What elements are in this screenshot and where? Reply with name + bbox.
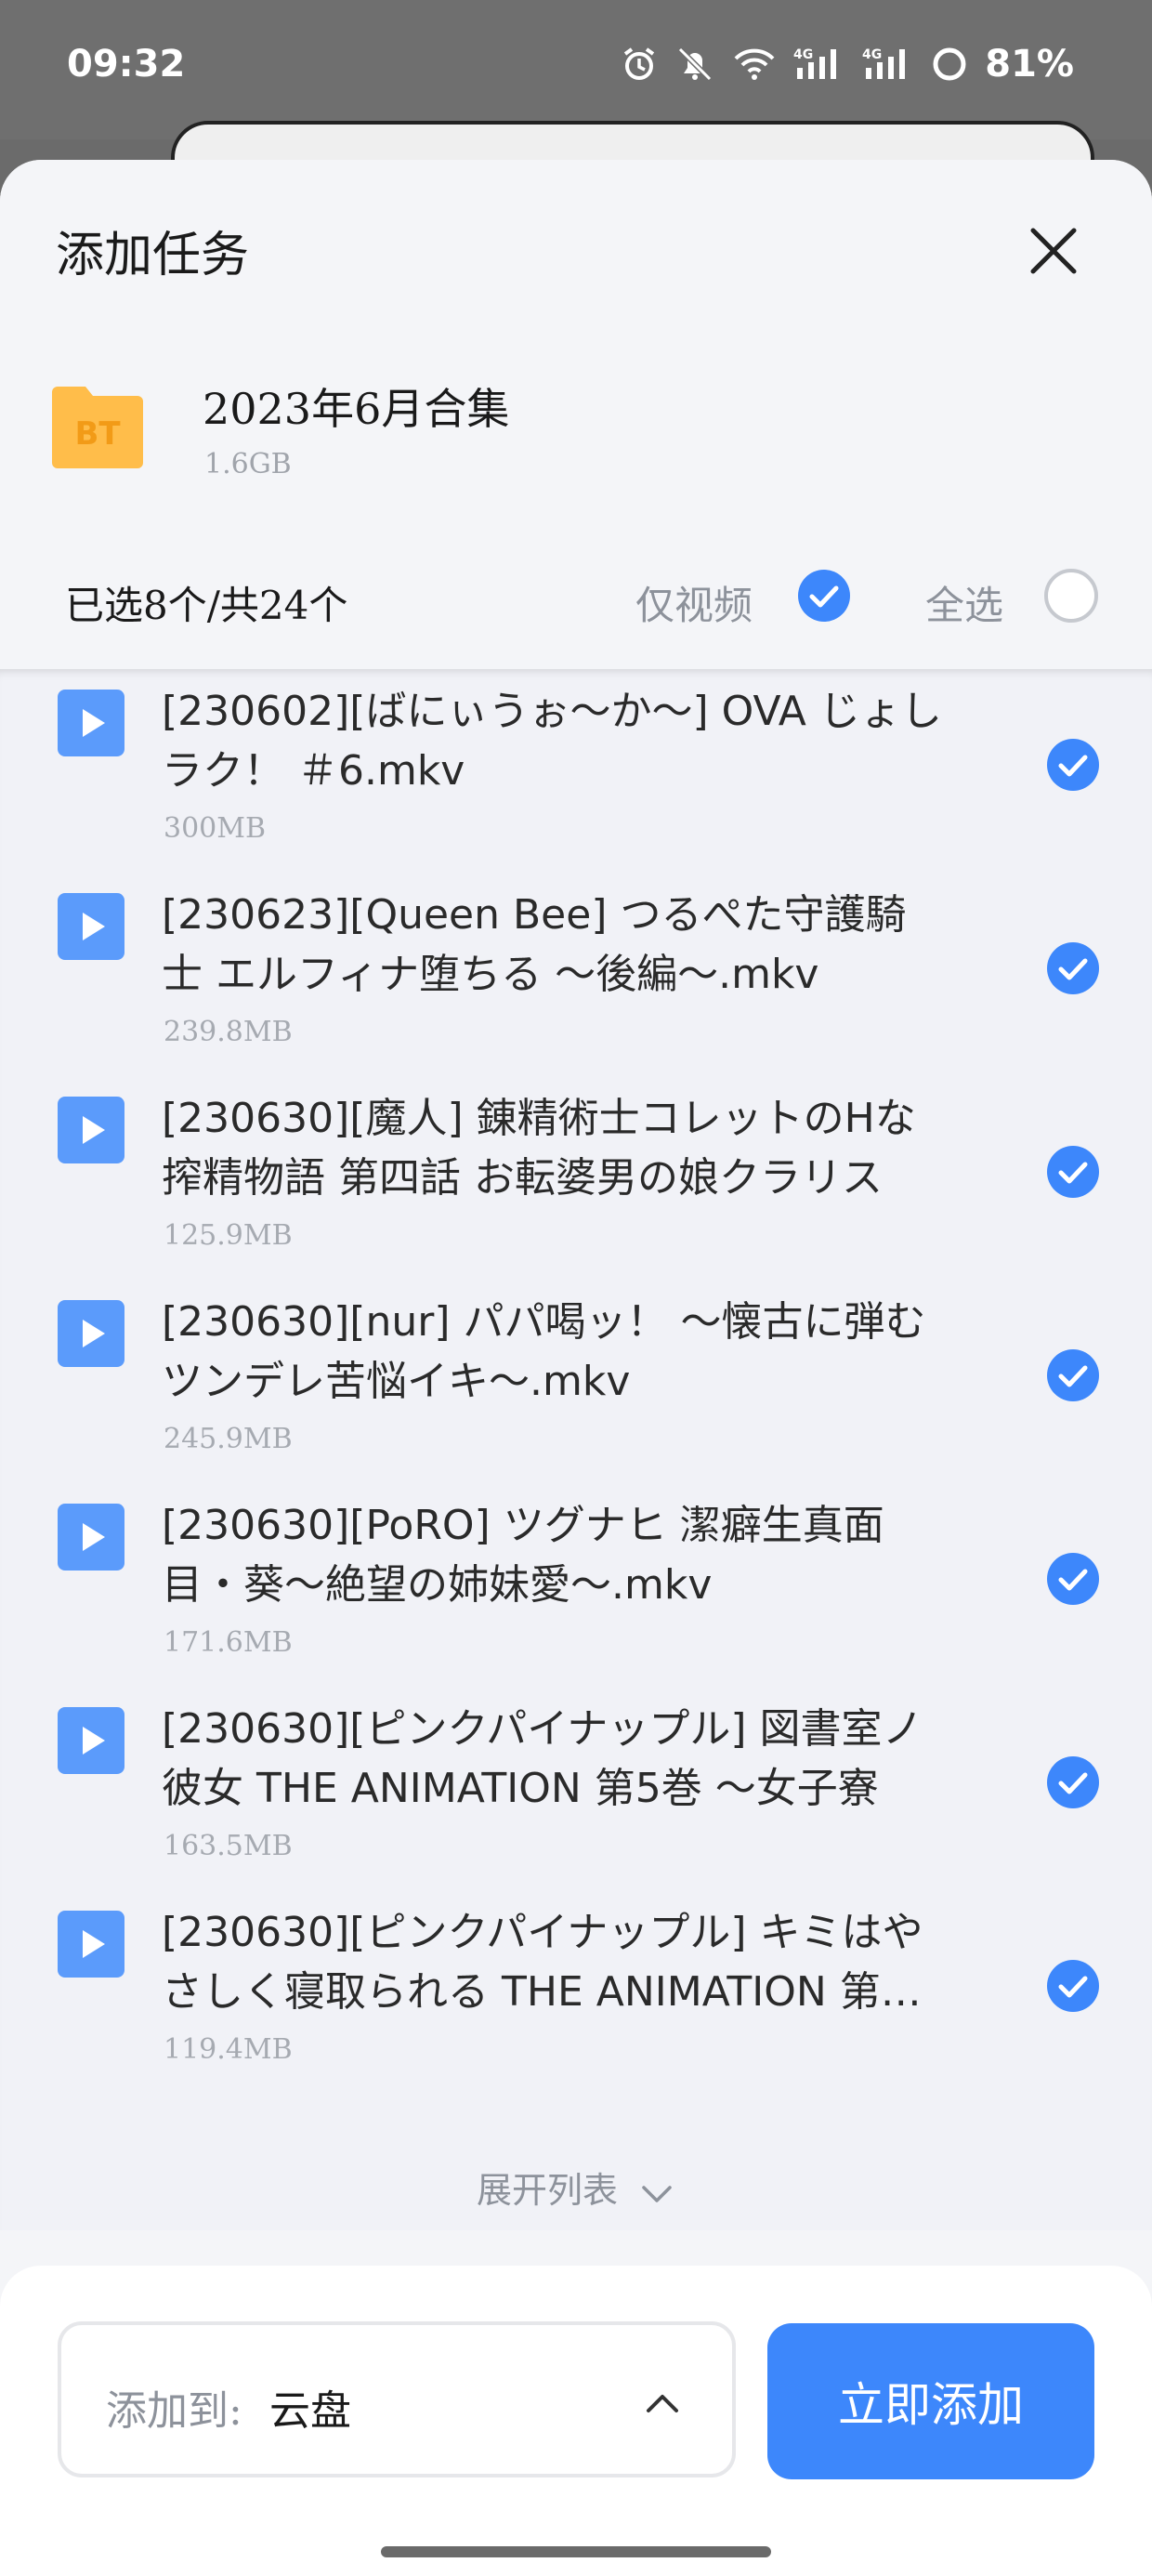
battery-icon <box>931 46 968 83</box>
only-video-label[interactable]: 仅视频 <box>635 574 753 631</box>
video-play-icon <box>58 1504 124 1571</box>
add-task-sheet: 添加任务 BT 2023年6月合集 1.6GB 已选8个/共24个 仅视频 全选… <box>0 160 1152 2576</box>
package-name: 2023年6月合集 <box>203 384 510 434</box>
list-item[interactable]: [230630][nur] パパ喝ッ！ ～懐古に弾むツンデレ苦悩イキ～.mkv … <box>0 1293 1152 1496</box>
video-play-icon <box>58 1911 124 1978</box>
signal-4g-icon: 4G <box>862 46 914 83</box>
close-button[interactable] <box>1024 221 1083 281</box>
only-video-checkbox[interactable] <box>797 569 851 623</box>
check-circle-icon <box>1047 942 1099 994</box>
check-circle-icon <box>798 570 850 622</box>
svg-text:BT: BT <box>74 415 121 453</box>
target-dropdown[interactable]: 添加到: 云盘 <box>58 2321 736 2477</box>
file-name: [230630][PoRO] ツグナヒ 潔癖生真面目・葵～絶望の姉妹愛～.mkv <box>162 1502 884 1609</box>
video-play-icon <box>58 1707 124 1774</box>
check-circle-icon <box>1047 1146 1099 1198</box>
file-list: [230602][ばにぃうぉ～か～] OVA じょしラク！ ＃6.mkv 300… <box>0 669 1152 2230</box>
list-item[interactable]: [230630][魔人] 錬精術士コレットのHな搾精物語 第四話 お転婆男の娘ク… <box>0 1089 1152 1293</box>
select-all-radio[interactable] <box>1044 569 1098 623</box>
svg-text:4G: 4G <box>862 47 882 62</box>
selection-count: 已选8个/共24个 <box>65 583 348 628</box>
sheet-title: 添加任务 <box>56 228 250 283</box>
check-circle-icon <box>1047 1960 1099 2012</box>
file-name: [230630][魔人] 錬精術士コレットのHな搾精物語 第四話 お転婆男の娘ク… <box>162 1095 916 1202</box>
close-icon <box>1030 228 1077 274</box>
check-circle-icon <box>1047 1349 1099 1401</box>
video-play-icon <box>58 690 124 756</box>
alarm-icon <box>621 46 658 83</box>
file-size: 125.9MB <box>164 1219 293 1252</box>
file-size: 171.6MB <box>164 1626 293 1659</box>
file-checkbox[interactable] <box>1046 1755 1100 1809</box>
package-size: 1.6GB <box>204 448 292 480</box>
file-name: [230630][ピンクパイナップル] キミはやさしく寝取られる THE ANI… <box>162 1909 923 2016</box>
video-play-icon <box>58 1097 124 1163</box>
file-checkbox[interactable] <box>1046 1145 1100 1199</box>
file-size: 119.4MB <box>164 2033 293 2066</box>
file-checkbox[interactable] <box>1046 1348 1100 1402</box>
signal-4g-icon: 4G <box>793 46 845 83</box>
expand-list-button[interactable]: 展开列表 <box>0 2162 1152 2213</box>
wifi-icon <box>732 46 777 83</box>
video-play-icon <box>58 893 124 960</box>
select-all-label[interactable]: 全选 <box>925 574 1003 631</box>
battery-percent: 81% <box>985 43 1074 85</box>
file-checkbox[interactable] <box>1046 1959 1100 2013</box>
file-size: 239.8MB <box>164 1016 293 1048</box>
svg-text:4G: 4G <box>793 47 813 62</box>
file-name: [230630][nur] パパ喝ッ！ ～懐古に弾むツンデレ苦悩イキ～.mkv <box>162 1298 926 1405</box>
file-size: 245.9MB <box>164 1423 293 1455</box>
check-circle-icon <box>1047 1553 1099 1605</box>
check-circle-icon <box>1047 739 1099 791</box>
chevron-down-icon <box>642 2185 672 2202</box>
status-bar: 09:32 4G 4G 81% <box>0 0 1152 139</box>
add-now-button[interactable]: 立即添加 <box>767 2323 1094 2479</box>
status-time: 09:32 <box>67 43 186 85</box>
expand-list-label: 展开列表 <box>476 2170 618 2211</box>
selection-row: 已选8个/共24个 仅视频 全选 <box>0 550 1152 667</box>
file-checkbox[interactable] <box>1046 941 1100 995</box>
sheet-header: 添加任务 BT 2023年6月合集 1.6GB 已选8个/共24个 仅视频 全选 <box>0 160 1152 667</box>
bt-folder-icon: BT <box>52 383 143 468</box>
check-circle-icon <box>1047 1756 1099 1808</box>
list-item[interactable]: [230630][ピンクパイナップル] 図書室ノ彼女 THE ANIMATION… <box>0 1700 1152 1903</box>
footer-bar: 添加到: 云盘 立即添加 <box>0 2266 1152 2576</box>
file-name: [230623][Queen Bee] つるぺた守護騎士 エルフィナ堕ちる ～後… <box>162 891 907 998</box>
file-checkbox[interactable] <box>1046 738 1100 792</box>
home-indicator[interactable] <box>381 2546 771 2557</box>
list-item[interactable]: [230630][ピンクパイナップル] キミはやさしく寝取られる THE ANI… <box>0 1903 1152 2107</box>
list-item[interactable]: [230602][ばにぃうぉ～か～] OVA じょしラク！ ＃6.mkv 300… <box>0 682 1152 886</box>
target-value: 云盘 <box>269 2387 351 2435</box>
target-label: 添加到: <box>106 2387 242 2435</box>
file-name: [230630][ピンクパイナップル] 図書室ノ彼女 THE ANIMATION… <box>162 1705 923 1812</box>
file-name: [230602][ばにぃうぉ～か～] OVA じょしラク！ ＃6.mkv <box>162 688 942 795</box>
list-item[interactable]: [230623][Queen Bee] つるぺた守護騎士 エルフィナ堕ちる ～後… <box>0 886 1152 1089</box>
video-play-icon <box>58 1300 124 1367</box>
mute-icon <box>674 46 715 83</box>
list-item[interactable]: [230630][PoRO] ツグナヒ 潔癖生真面目・葵～絶望の姉妹愛～.mkv… <box>0 1496 1152 1700</box>
file-checkbox[interactable] <box>1046 1552 1100 1606</box>
status-icons: 4G 4G 81% <box>621 43 1074 85</box>
chevron-up-icon <box>647 2395 678 2412</box>
file-size: 300MB <box>164 812 267 845</box>
file-size: 163.5MB <box>164 1830 293 1862</box>
